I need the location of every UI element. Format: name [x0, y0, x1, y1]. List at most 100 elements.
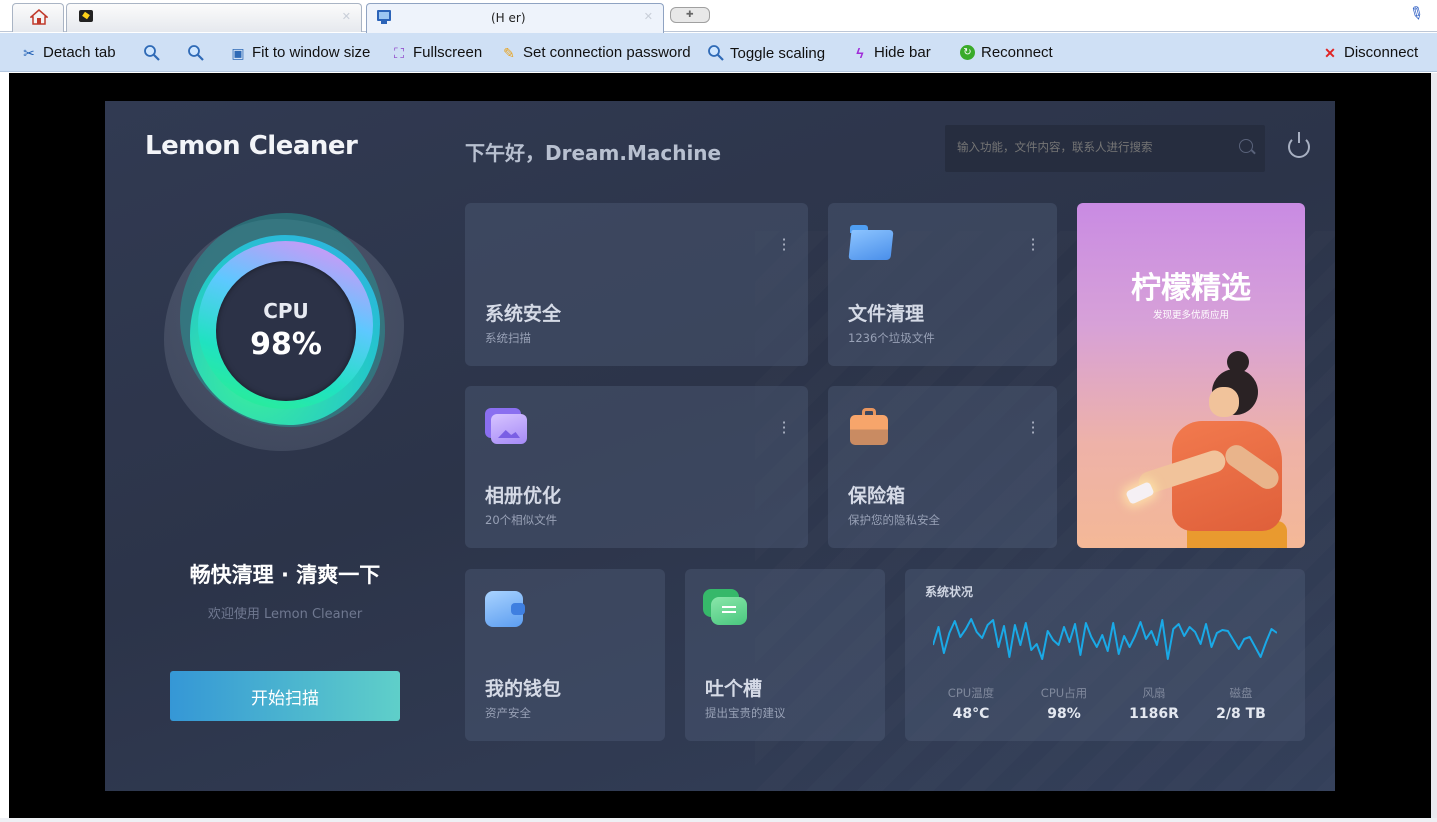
zoom-out-icon: [188, 45, 204, 61]
card-title: 保险箱: [848, 485, 906, 507]
fullscreen-icon: ⛶: [394, 44, 404, 61]
stat-value: 48°C: [952, 706, 990, 722]
card-system-security[interactable]: · · · 系统安全 系统扫描: [465, 203, 808, 366]
disconnect-button[interactable]: ✕ Disconnect: [1321, 44, 1418, 61]
gallery-icon: [485, 408, 527, 444]
scissors-icon: ✂: [23, 44, 35, 61]
card-title: 文件清理: [848, 303, 925, 325]
toggle-scaling-button[interactable]: Toggle scaling: [707, 44, 825, 62]
tab-session-1[interactable]: ✕: [66, 3, 362, 32]
tab-title: (H er): [491, 11, 526, 25]
hide-bar-label: Hide bar: [874, 44, 931, 61]
zoom-out-button[interactable]: [187, 44, 205, 62]
stat-label: 磁盘: [1229, 686, 1253, 700]
search-input[interactable]: [957, 140, 1227, 154]
hide-bar-button[interactable]: ϟ Hide bar: [851, 44, 931, 61]
tab-strip: ✕ (H er) ✕ ✚ ✎: [0, 0, 1437, 33]
card-file-cleanup[interactable]: · · · 文件清理 1236个垃圾文件: [828, 203, 1057, 366]
disconnect-label: Disconnect: [1344, 44, 1419, 61]
card-wallet[interactable]: 我的钱包 资产安全: [465, 569, 665, 741]
stat-fan: 风扇 1186R: [1109, 685, 1199, 722]
stat-label: CPU温度: [947, 686, 995, 700]
stat-label: CPU占用: [1040, 686, 1088, 700]
tab-home[interactable]: [12, 3, 64, 32]
briefcase-icon: [850, 408, 888, 446]
power-icon[interactable]: [1288, 132, 1310, 158]
plus-icon: ✚: [686, 10, 694, 20]
set-password-label: Set connection password: [523, 44, 691, 61]
card-photo-optimize[interactable]: · · · 相册优化 20个相似文件: [465, 386, 808, 548]
cpu-label: CPU: [263, 299, 309, 323]
card-subtitle: 1236个垃圾文件: [848, 331, 935, 345]
gauge-core: CPU 98%: [216, 261, 356, 401]
more-options-icon[interactable]: · · ·: [1030, 232, 1036, 258]
card-subtitle: 保护您的隐私安全: [848, 513, 940, 527]
refresh-icon: ↻: [960, 45, 975, 60]
more-options-icon[interactable]: · · ·: [1030, 415, 1036, 441]
scroll-edge: [1431, 73, 1437, 822]
magnifier-icon: [708, 45, 724, 61]
lightning-icon: ϟ: [856, 44, 864, 61]
key-icon: ✎: [503, 44, 515, 61]
set-password-button[interactable]: ✎ Set connection password: [500, 44, 691, 61]
new-tab-button[interactable]: ✚: [670, 7, 710, 23]
fit-to-window-button[interactable]: ▣ Fit to window size: [229, 44, 370, 61]
paperclip-icon[interactable]: ✎: [1405, 2, 1427, 26]
reconnect-label: Reconnect: [981, 44, 1053, 61]
toggle-scaling-label: Toggle scaling: [730, 44, 826, 62]
stat-cpu-temp: CPU温度 48°C: [926, 685, 1016, 722]
start-scan-button[interactable]: 开始扫描: [170, 671, 400, 721]
fit-label: Fit to window size: [252, 44, 371, 61]
fullscreen-label: Fullscreen: [413, 44, 483, 61]
stat-value: 98%: [1047, 706, 1081, 722]
stat-cpu-usage: CPU占用 98%: [1019, 685, 1109, 722]
search-box[interactable]: [945, 125, 1265, 172]
status-title: 系统状况: [925, 585, 974, 599]
promo-title: 柠檬精选: [1131, 271, 1251, 306]
more-options-icon[interactable]: · · ·: [781, 232, 787, 258]
close-icon[interactable]: ✕: [644, 10, 653, 23]
card-title: 系统安全: [485, 303, 562, 325]
card-subtitle: 20个相似文件: [485, 513, 558, 527]
card-title: 吐个槽: [705, 678, 763, 700]
stat-disk: 磁盘 2/8 TB: [1196, 685, 1286, 722]
app-logo: Lemon Cleaner: [145, 131, 358, 161]
card-system-status: 系统状况 CPU温度 48°C CPU占用 98% 风扇 1186R 磁盘 2/…: [905, 569, 1305, 741]
monitor-icon: [377, 10, 391, 24]
key-icon: [79, 10, 93, 22]
promo-banner[interactable]: 柠檬精选 发现更多优质应用: [1077, 203, 1305, 548]
zoom-in-button[interactable]: [143, 44, 161, 62]
card-feedback[interactable]: 吐个槽 提出宝贵的建议: [685, 569, 885, 741]
monitor-fit-icon: ▣: [231, 44, 245, 61]
bottom-edge: [0, 818, 1437, 822]
more-options-icon[interactable]: · · ·: [781, 415, 787, 441]
stat-value: 1186R: [1129, 706, 1179, 722]
tab-session-active[interactable]: (H er) ✕: [366, 3, 664, 33]
card-title: 相册优化: [485, 485, 562, 507]
reconnect-button[interactable]: ↻ Reconnect: [960, 44, 1053, 61]
card-subtitle: 提出宝贵的建议: [705, 706, 786, 720]
fullscreen-button[interactable]: ⛶ Fullscreen: [390, 44, 482, 61]
cpu-value: 98%: [250, 327, 322, 362]
sparkline-path: [933, 618, 1277, 660]
detach-tab-button[interactable]: ✂ Detach tab: [20, 44, 116, 61]
character-illustration: [1117, 351, 1305, 548]
close-x-icon: ✕: [1324, 44, 1336, 61]
detach-tab-label: Detach tab: [43, 44, 116, 61]
cpu-gauge: CPU 98%: [160, 211, 410, 461]
card-safe-box[interactable]: · · · 保险箱 保护您的隐私安全: [828, 386, 1057, 548]
tagline: 畅快清理 · 清爽一下: [189, 563, 381, 587]
remote-toolbar: ✂ Detach tab ▣ Fit to window size ⛶ Full…: [0, 33, 1437, 72]
card-subtitle: 资产安全: [485, 706, 531, 720]
screen: ✕ (H er) ✕ ✚ ✎ ✂ Detach tab ▣ Fit to win…: [0, 0, 1437, 822]
close-icon[interactable]: ✕: [342, 10, 351, 23]
wallet-icon: [485, 591, 527, 629]
status-sparkline: [933, 618, 1277, 660]
card-subtitle: 系统扫描: [485, 331, 531, 345]
stat-label: 风扇: [1142, 686, 1166, 700]
stat-value: 2/8 TB: [1216, 706, 1266, 722]
greeting: 下午好，Dream.Machine: [465, 141, 722, 165]
chat-icon: [703, 589, 749, 629]
search-icon[interactable]: [1239, 139, 1253, 153]
zoom-in-icon: [144, 45, 160, 61]
